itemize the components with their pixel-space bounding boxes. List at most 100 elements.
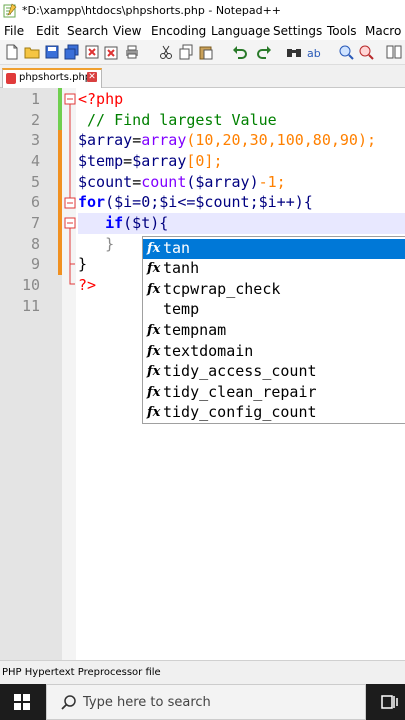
menu-bar: File Edit Search View Encoding Language … (0, 22, 405, 40)
function-name: count (141, 173, 187, 191)
find-icon[interactable] (286, 44, 302, 60)
tab-phpshorts[interactable]: phpshorts.php ✕ (2, 68, 102, 88)
status-language: PHP Hypertext Preprocessor file (2, 667, 161, 678)
menu-view[interactable]: View (113, 24, 141, 38)
print-icon[interactable] (124, 44, 140, 60)
line-number: 1 (30, 90, 40, 108)
menu-macro[interactable]: Macro (365, 24, 401, 38)
paste-icon[interactable] (198, 44, 214, 60)
line-number: 7 (30, 214, 40, 232)
status-bar: PHP Hypertext Preprocessor file (0, 660, 405, 685)
brace: } (105, 235, 115, 253)
code-line-1[interactable]: <?php (78, 90, 123, 108)
variable: $array (78, 131, 133, 149)
unsaved-change-marker (58, 130, 62, 275)
tab-close-icon[interactable]: ✕ (87, 72, 97, 82)
menu-settings[interactable]: Settings (273, 24, 322, 38)
function-icon: fx (147, 241, 161, 256)
autocomplete-item[interactable]: temp (143, 300, 405, 320)
cut-icon[interactable] (158, 44, 174, 60)
line-number: 11 (21, 297, 40, 315)
variable: $temp (78, 152, 124, 170)
index: [0]; (186, 152, 223, 170)
title-bar: *D:\xampp\htdocs\phpshorts.php - Notepad… (0, 0, 405, 22)
loop-header: ($i=0;$i<=$count;$i++){ (105, 193, 313, 211)
search-placeholder: Type here to search (83, 695, 211, 710)
code-line-5[interactable]: $count=count($array)-1; (78, 173, 286, 191)
close-file-icon[interactable] (84, 44, 100, 60)
autocomplete-label: textdomain (163, 342, 254, 360)
undo-icon[interactable] (232, 44, 248, 60)
fold-markers[interactable] (64, 88, 76, 298)
code-line-7[interactable]: if($t){ (78, 214, 168, 232)
redo-icon[interactable] (256, 44, 272, 60)
autocomplete-item[interactable]: fx tempnam (143, 321, 405, 341)
autocomplete-label: tidy_clean_repair (163, 383, 317, 401)
line-number: 8 (30, 235, 40, 253)
operator: = (132, 131, 142, 149)
line-number: 9 (30, 255, 40, 273)
comment: // Find largest Value (87, 111, 277, 129)
task-view-icon[interactable] (380, 692, 400, 712)
open-file-icon[interactable] (24, 44, 40, 60)
code-line-3[interactable]: $array=array(10,20,30,100,80,90); (78, 131, 376, 149)
code-line-8[interactable]: } (78, 235, 114, 253)
sync-scroll-icon[interactable] (386, 44, 402, 60)
code-line-2[interactable]: // Find largest Value (78, 111, 277, 129)
autocomplete-item[interactable]: fx tanh (143, 259, 405, 279)
code-line-9[interactable]: } (78, 255, 87, 273)
arguments: (10,20,30,100,80,90); (186, 131, 377, 149)
line-number: 3 (30, 131, 40, 149)
zoom-in-icon[interactable] (338, 44, 354, 60)
arguments: ($array) (186, 173, 259, 191)
code-line-10[interactable]: ?> (78, 276, 96, 294)
autocomplete-item[interactable]: fx tcpwrap_check (143, 280, 405, 300)
menu-file[interactable]: File (4, 24, 24, 38)
zoom-out-icon[interactable] (358, 44, 374, 60)
function-icon: fx (147, 323, 161, 338)
unsaved-file-icon (6, 73, 16, 84)
window-title: *D:\xampp\htdocs\phpshorts.php - Notepad… (22, 4, 282, 17)
menu-encoding[interactable]: Encoding (151, 24, 206, 38)
operator: = (132, 173, 142, 191)
taskbar-search[interactable]: Type here to search (46, 684, 366, 720)
menu-language[interactable]: Language (211, 24, 270, 38)
php-open-tag: <?php (78, 90, 124, 108)
function-icon: fx (147, 282, 161, 297)
autocomplete-label: tempnam (163, 321, 227, 339)
brace: } (78, 255, 88, 273)
save-all-icon[interactable] (64, 44, 80, 60)
autocomplete-item[interactable]: fx tidy_clean_repair (143, 383, 405, 403)
replace-icon[interactable]: ab (306, 44, 322, 60)
tab-label: phpshorts.php (19, 72, 92, 83)
code-line-4[interactable]: $temp=$array[0]; (78, 152, 223, 170)
keyword: for (78, 193, 106, 211)
new-file-icon[interactable] (4, 44, 20, 60)
function-icon: fx (147, 344, 161, 359)
autocomplete-item[interactable]: fx tidy_access_count (143, 362, 405, 382)
autocomplete-item[interactable]: fx textdomain (143, 342, 405, 362)
autocomplete-label: tidy_config_count (163, 403, 317, 421)
windows-start-icon[interactable] (14, 694, 30, 710)
close-all-icon[interactable] (104, 44, 120, 60)
condition: ($t){ (123, 214, 169, 232)
variable: $array (132, 152, 187, 170)
save-icon[interactable] (44, 44, 60, 60)
autocomplete-list[interactable]: fx tan fx tanh fx tcpwrap_check temp fx temp… (142, 236, 405, 424)
menu-search[interactable]: Search (67, 24, 108, 38)
copy-icon[interactable] (178, 44, 194, 60)
line-number: 2 (30, 111, 40, 129)
function-icon: fx (147, 364, 161, 379)
menu-edit[interactable]: Edit (36, 24, 59, 38)
line-number: 6 (30, 193, 40, 211)
tab-bar: phpshorts.php ✕ (0, 65, 405, 88)
autocomplete-item[interactable]: fx tan (143, 239, 405, 259)
editor[interactable]: 1 2 3 4 5 6 7 8 9 10 11 <?php // Find la… (0, 88, 405, 660)
code-line-6[interactable]: for($i=0;$i<=$count;$i++){ (78, 193, 313, 211)
menu-tools[interactable]: Tools (327, 24, 357, 38)
keyword: if (105, 214, 124, 232)
line-number: 10 (21, 276, 40, 294)
autocomplete-label: tanh (163, 259, 200, 277)
autocomplete-item[interactable]: fx tidy_config_count (143, 403, 405, 423)
autocomplete-label: temp (163, 300, 200, 318)
